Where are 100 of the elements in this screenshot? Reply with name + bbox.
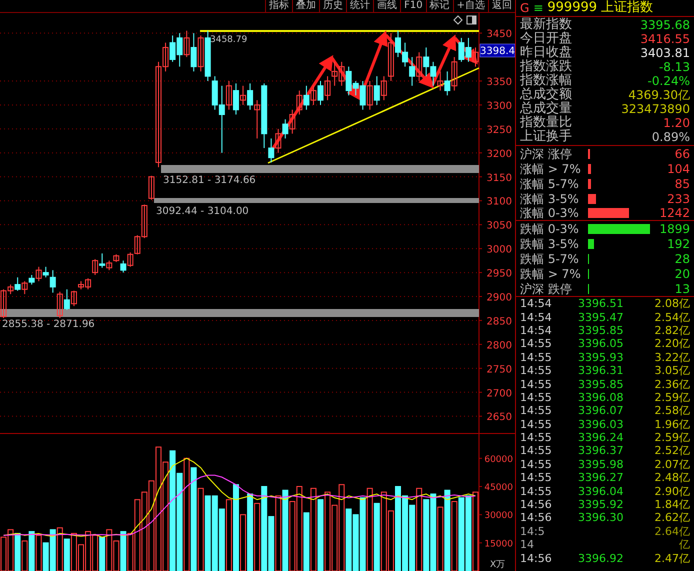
stat-value: 3395.68 bbox=[640, 18, 690, 32]
price-axis-label: 3100 bbox=[486, 196, 512, 208]
toolbar-tab[interactable]: 画线 bbox=[373, 0, 400, 12]
stat-value: 0.89% bbox=[652, 130, 690, 144]
stat-value: 323473890 bbox=[621, 102, 690, 116]
tick-time: 14:55 bbox=[520, 390, 553, 404]
tick-time: 14:54 bbox=[520, 297, 553, 310]
tick-volume: 2.58亿 bbox=[654, 404, 690, 418]
tick-volume: 2.20亿 bbox=[654, 337, 690, 350]
tick-price: 3396.51 bbox=[578, 297, 624, 310]
breadth-label: 沪深 跌停 bbox=[520, 280, 573, 298]
tick-price: 3396.08 bbox=[578, 390, 624, 404]
breadth-count: 13 bbox=[674, 280, 690, 298]
tick-price: 3395.85 bbox=[578, 378, 624, 391]
tick-volume: 3.22亿 bbox=[654, 350, 690, 364]
tick-price: 3395.98 bbox=[578, 458, 624, 471]
tick-price: 3396.92 bbox=[578, 552, 624, 565]
breadth-label: 涨幅 5-7% bbox=[520, 176, 580, 192]
tick-volume: 1.84亿 bbox=[654, 498, 690, 512]
breadth-label: 跌幅 > 7% bbox=[520, 266, 582, 282]
zone-label: 3092.44 - 3104.00 bbox=[156, 206, 249, 217]
tick-time: 14 bbox=[520, 538, 535, 552]
price-axis-label: 2900 bbox=[486, 292, 512, 304]
tick-volume: 2.36亿 bbox=[654, 378, 690, 391]
tick-time: 14:56 bbox=[520, 552, 553, 565]
tick-price: 3396.31 bbox=[578, 364, 624, 378]
tick-volume: 2.82亿 bbox=[654, 324, 690, 337]
price-axis-label: 3350 bbox=[486, 77, 512, 88]
price-axis-label: 3050 bbox=[486, 220, 512, 232]
tick-time: 14:55 bbox=[520, 444, 553, 458]
tick-time: 14:56 bbox=[520, 498, 553, 512]
tick-volume: 1.96亿 bbox=[654, 418, 690, 431]
breadth-count: 104 bbox=[666, 160, 690, 178]
toolbar-tab[interactable]: +自选 bbox=[452, 0, 488, 12]
tick-time: 14:55 bbox=[520, 458, 553, 471]
tick-volume: 2.62亿 bbox=[654, 511, 690, 524]
menu-glyph[interactable]: ≡ bbox=[533, 0, 544, 17]
tick-time: 14:55 bbox=[520, 418, 553, 431]
tick-time: 14:55 bbox=[520, 350, 553, 364]
tick-time: 14:55 bbox=[520, 484, 553, 498]
breadth-count: 66 bbox=[674, 146, 690, 162]
tick-volume: 2.64亿 bbox=[654, 524, 690, 538]
tick-price: 3396.05 bbox=[578, 337, 624, 350]
breadth-label: 跌幅 5-7% bbox=[520, 250, 580, 268]
volume-unit: X万 bbox=[490, 560, 506, 570]
tick-time: 14:55 bbox=[520, 471, 553, 484]
tick-time: 14:5 bbox=[520, 524, 546, 538]
stat-label: 指数涨跌 bbox=[520, 60, 572, 74]
price-axis-label: 2650 bbox=[486, 412, 512, 424]
toolbar-tab[interactable]: 叠加 bbox=[292, 0, 320, 12]
stat-value: -8.13 bbox=[658, 60, 690, 74]
price-axis-label: 2700 bbox=[486, 388, 512, 400]
stat-label: 昨日收盘 bbox=[520, 46, 572, 60]
breadth-count: 233 bbox=[666, 190, 690, 208]
price-axis-label: 3250 bbox=[486, 124, 512, 136]
breadth-count: 85 bbox=[674, 176, 690, 192]
tick-price: 3396.04 bbox=[578, 484, 624, 498]
tick-volume: 3.05亿 bbox=[654, 364, 690, 378]
tick-price: 3395.93 bbox=[578, 350, 624, 364]
price-axis-label: 2750 bbox=[486, 364, 512, 376]
stat-value: 1.20 bbox=[663, 116, 690, 130]
tick-time: 14:54 bbox=[520, 324, 553, 337]
panel-icon[interactable] bbox=[466, 16, 476, 24]
toolbar-tab[interactable]: F10 bbox=[400, 0, 426, 12]
diamond-icon[interactable] bbox=[453, 15, 463, 25]
tick-time: 14:56 bbox=[520, 511, 553, 524]
volume-axis-label: 60000 bbox=[484, 454, 513, 465]
tick-volume: 2.59亿 bbox=[654, 390, 690, 404]
volume-axis-label: 15000 bbox=[484, 539, 513, 550]
toolbar-tab[interactable]: 返回 bbox=[488, 0, 515, 12]
stat-label: 最新指数 bbox=[520, 18, 572, 32]
tick-time: 14:55 bbox=[520, 404, 553, 418]
stat-label: 总成交量 bbox=[520, 102, 572, 116]
tick-volume: 2.90亿 bbox=[654, 484, 690, 498]
tick-price: 3396.03 bbox=[578, 418, 624, 431]
price-axis-label: 3150 bbox=[486, 172, 512, 184]
tick-volume: 2.08亿 bbox=[654, 297, 690, 310]
price-axis-label: 2950 bbox=[486, 268, 512, 280]
breadth-count: 192 bbox=[666, 236, 690, 252]
index-title: 999999 上证指数 bbox=[547, 0, 654, 17]
tick-volume: 2.48亿 bbox=[654, 471, 690, 484]
breadth-label: 跌幅 0-3% bbox=[520, 220, 580, 238]
breadth-count: 28 bbox=[674, 250, 690, 268]
tick-price: 3396.27 bbox=[578, 471, 624, 484]
stat-label: 指数量比 bbox=[520, 116, 572, 130]
stat-label: 上证换手 bbox=[520, 130, 572, 144]
breadth-label: 涨幅 3-5% bbox=[520, 190, 580, 207]
stat-value: -0.24% bbox=[648, 74, 690, 88]
toolbar-tab[interactable]: 指标 bbox=[265, 0, 292, 12]
candlestick bbox=[148, 175, 154, 200]
tick-time: 14:55 bbox=[520, 337, 553, 350]
breadth-label: 涨幅 0-3% bbox=[520, 205, 580, 222]
tick-price: 3396.30 bbox=[578, 511, 624, 524]
volume-axis-label: 30000 bbox=[484, 511, 513, 522]
breadth-label: 沪深 涨停 bbox=[520, 146, 573, 162]
toolbar-tab[interactable]: 标记 bbox=[426, 0, 453, 12]
tick-price: 3396.37 bbox=[578, 444, 624, 458]
toolbar-tab[interactable]: 历史 bbox=[319, 0, 346, 12]
tick-time: 14:54 bbox=[520, 310, 553, 324]
tick-price: 3396.07 bbox=[578, 404, 624, 418]
